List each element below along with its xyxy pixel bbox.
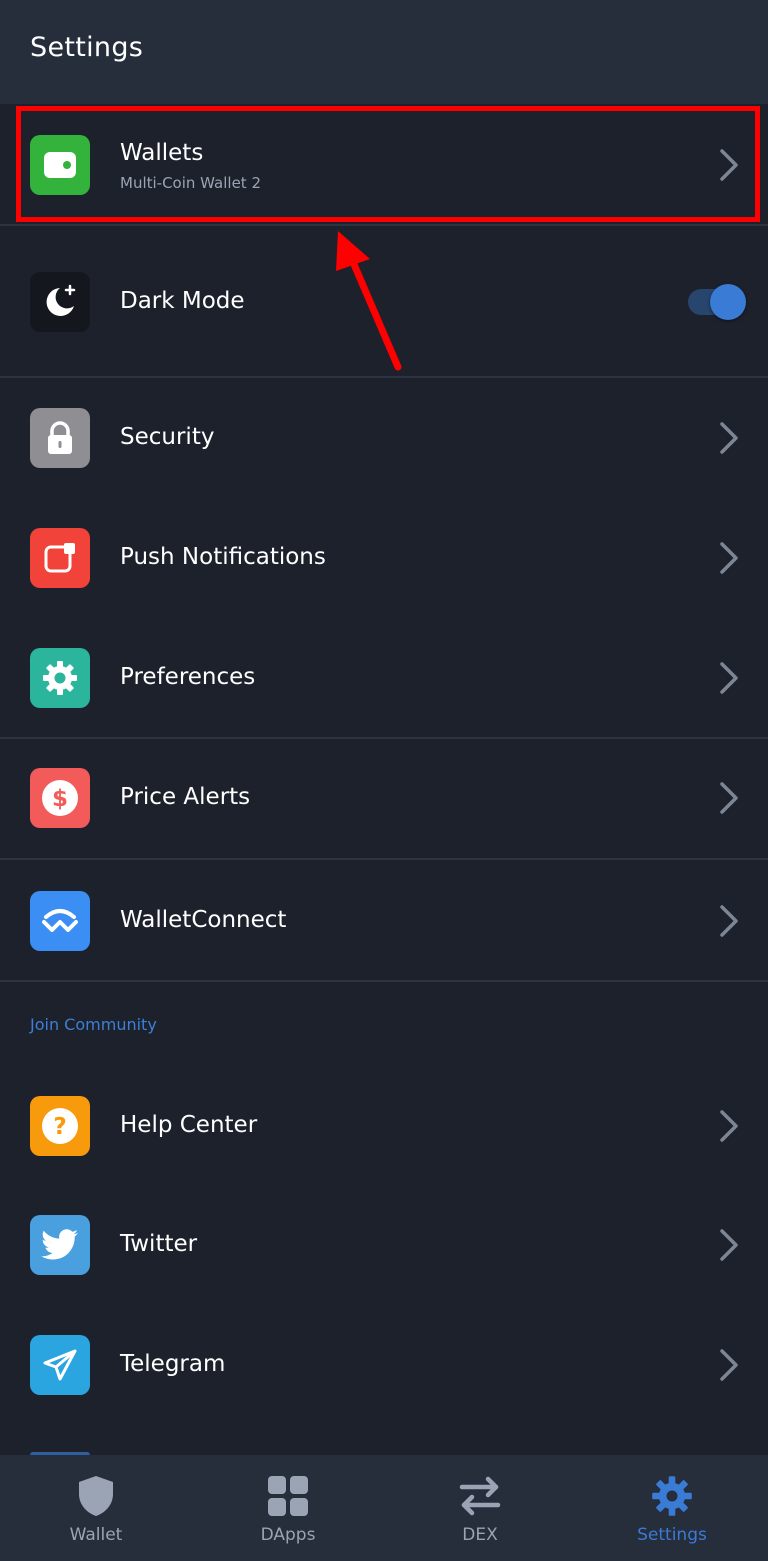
chevron-right-icon xyxy=(720,782,738,814)
price-alerts-label: Price Alerts xyxy=(120,784,251,810)
wallets-subtitle: Multi-Coin Wallet 2 xyxy=(120,174,261,192)
svg-text:?: ? xyxy=(53,1114,66,1140)
twitter-label: Twitter xyxy=(120,1231,198,1257)
settings-row-price-alerts[interactable]: $ Price Alerts xyxy=(0,739,768,857)
annotation-arrow-icon xyxy=(336,231,402,371)
grid-icon xyxy=(263,1471,313,1521)
tab-dex[interactable]: DEX xyxy=(384,1455,576,1561)
tab-label: Wallet xyxy=(69,1525,123,1545)
chevron-right-icon xyxy=(720,1110,738,1142)
gear-icon xyxy=(30,648,90,708)
settings-row-preferences[interactable]: Preferences xyxy=(0,618,768,736)
walletconnect-icon xyxy=(30,891,90,951)
toggle-knob xyxy=(710,284,746,320)
section-header-join-community: Join Community xyxy=(30,1015,157,1034)
dark-mode-toggle[interactable] xyxy=(688,282,748,322)
chevron-right-icon xyxy=(720,662,738,694)
settings-row-walletconnect[interactable]: WalletConnect xyxy=(0,860,768,980)
bottom-tab-bar: Wallet DApps DEX Settings xyxy=(0,1455,768,1561)
twitter-bird-icon xyxy=(30,1215,90,1275)
header-bar: Settings xyxy=(0,0,768,104)
preferences-label: Preferences xyxy=(120,664,256,690)
question-icon: ? xyxy=(30,1096,90,1156)
moon-icon xyxy=(30,272,90,332)
dollar-icon: $ xyxy=(30,768,90,828)
tab-wallet[interactable]: Wallet xyxy=(0,1455,192,1561)
push-notifications-label: Push Notifications xyxy=(120,544,326,570)
tab-label: Settings xyxy=(637,1525,707,1545)
settings-row-telegram[interactable]: Telegram xyxy=(0,1305,768,1425)
dark-mode-label: Dark Mode xyxy=(120,288,245,314)
notification-icon xyxy=(30,528,90,588)
svg-text:$: $ xyxy=(52,786,68,812)
tab-dapps[interactable]: DApps xyxy=(192,1455,384,1561)
settings-row-security[interactable]: Security xyxy=(0,378,768,498)
tab-label: DEX xyxy=(462,1525,498,1545)
help-center-label: Help Center xyxy=(120,1112,258,1138)
paper-plane-icon xyxy=(30,1335,90,1395)
settings-row-help-center[interactable]: ? Help Center xyxy=(0,1065,768,1185)
settings-row-twitter[interactable]: Twitter xyxy=(0,1185,768,1305)
settings-row-wallets[interactable]: Wallets Multi-Coin Wallet 2 xyxy=(0,106,768,224)
gear-icon xyxy=(647,1471,697,1521)
page-title: Settings xyxy=(30,32,144,63)
chevron-right-icon xyxy=(720,1349,738,1381)
tab-settings[interactable]: Settings xyxy=(576,1455,768,1561)
chevron-right-icon xyxy=(720,149,738,181)
shield-icon xyxy=(71,1471,121,1521)
chevron-right-icon xyxy=(720,422,738,454)
walletconnect-label: WalletConnect xyxy=(120,907,287,933)
swap-arrows-icon xyxy=(455,1471,505,1521)
chevron-right-icon xyxy=(720,542,738,574)
settings-row-push-notifications[interactable]: Push Notifications xyxy=(0,498,768,618)
security-label: Security xyxy=(120,424,215,450)
wallet-icon xyxy=(30,135,90,195)
wallets-label: Wallets xyxy=(120,140,204,166)
telegram-label: Telegram xyxy=(120,1351,226,1377)
chevron-right-icon xyxy=(720,1229,738,1261)
chevron-right-icon xyxy=(720,905,738,937)
tab-label: DApps xyxy=(260,1525,316,1545)
lock-icon xyxy=(30,408,90,468)
divider xyxy=(0,980,768,982)
